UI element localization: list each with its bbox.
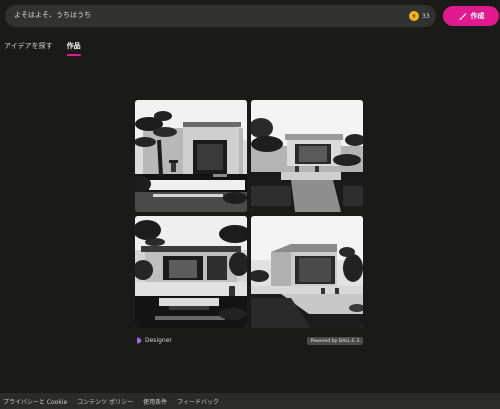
brush-icon (458, 12, 466, 20)
prompt-input[interactable]: よそはよそ、うちはうち (14, 10, 91, 20)
boost-coin-icon (409, 11, 419, 21)
boost-count: 33 (422, 13, 430, 20)
tab-creations[interactable]: 作品 (66, 41, 81, 56)
generated-image-grid (135, 100, 363, 328)
designer-brand-name: Designer (145, 337, 172, 344)
tab-bar: アイデアを探す 作品 (4, 41, 81, 56)
create-button-label: 作成 (470, 12, 485, 20)
footer-link-terms[interactable]: 使用条件 (143, 397, 167, 406)
footer-link-feedback[interactable]: フィードバック (177, 397, 219, 406)
powered-by-badge: Powered by DALL·E 3 (307, 337, 363, 345)
create-button[interactable]: 作成 (443, 6, 499, 26)
designer-brand: Designer (136, 337, 172, 344)
generated-image-1[interactable] (135, 100, 247, 212)
generated-image-2[interactable] (251, 100, 363, 212)
generated-image-4[interactable] (251, 216, 363, 328)
tab-explore-ideas[interactable]: アイデアを探す (4, 41, 53, 51)
prompt-bar[interactable]: よそはよそ、うちはうち 33 (5, 5, 436, 27)
footer-link-content-policy[interactable]: コンテンツ ポリシー (77, 397, 133, 406)
designer-logo-icon (137, 337, 142, 344)
generated-image-3[interactable] (135, 216, 247, 328)
footer: プライバシーと Cookie コンテンツ ポリシー 使用条件 フィードバック (0, 393, 500, 409)
footer-link-privacy[interactable]: プライバシーと Cookie (3, 397, 67, 406)
